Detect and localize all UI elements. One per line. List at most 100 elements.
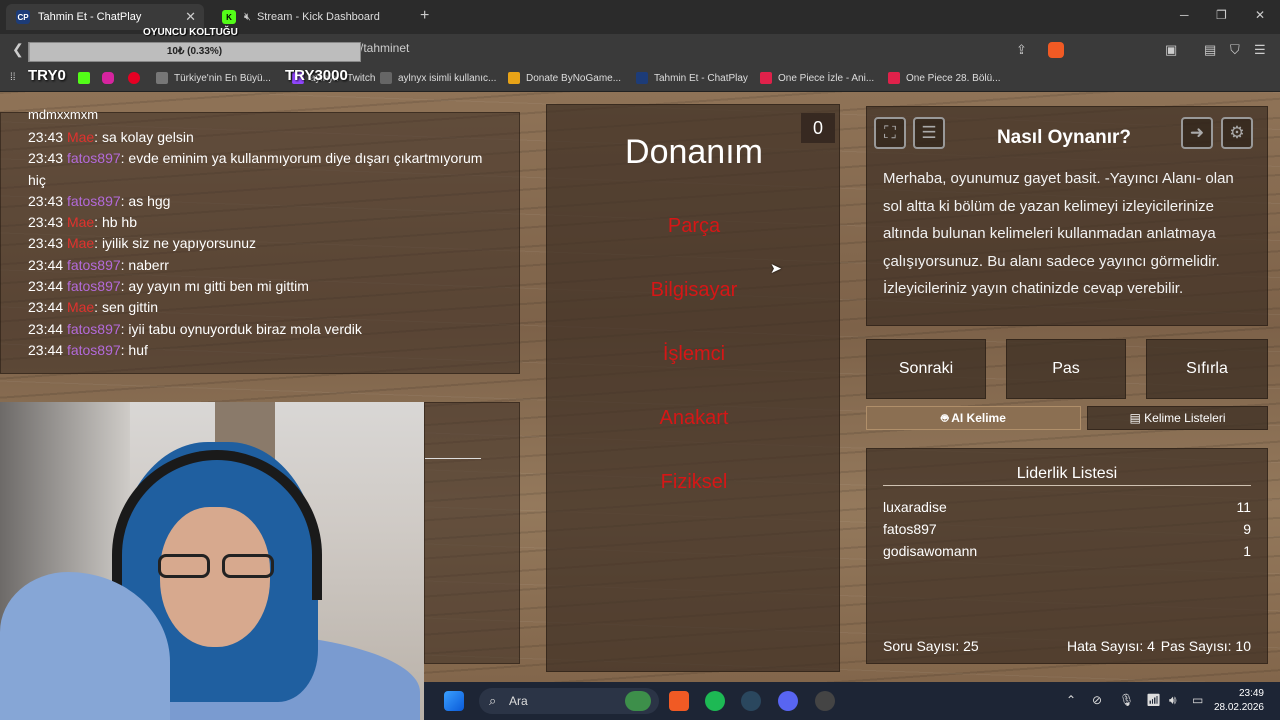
chat-timestamp: 23:43 xyxy=(28,235,64,252)
new-tab-button[interactable]: + xyxy=(420,7,429,25)
back-arrow-icon[interactable]: ❮ xyxy=(12,41,24,58)
obs-icon[interactable] xyxy=(815,691,835,711)
forbidden-word: İşlemci xyxy=(662,343,726,365)
bookmark-onepiece-2[interactable]: One Piece 28. Bölü... xyxy=(888,72,1001,84)
error-count: Hata Sayısı: 4 xyxy=(1067,638,1155,654)
donation-goal-min: TRY0 xyxy=(28,67,66,84)
player-name: fatos897 xyxy=(883,521,937,537)
wifi-icon[interactable]: 📶︎ xyxy=(1146,693,1161,707)
player-name: godisawomann xyxy=(883,543,978,559)
tab-label: Tahmin Et - ChatPlay xyxy=(38,11,142,23)
globe-icon xyxy=(156,72,168,84)
url-field[interactable]: /tahminet xyxy=(360,41,409,55)
chat-text: : ay yayın mı gitti ben mi gittim xyxy=(120,278,309,295)
next-button[interactable]: Sonraki xyxy=(866,339,986,399)
taskbar-search[interactable]: ⌕ Ara xyxy=(479,688,659,714)
question-count: Soru Sayısı: 25 xyxy=(883,638,979,654)
apps-grid-icon[interactable]: ⁞⁞ xyxy=(10,72,16,83)
brave-shield-icon[interactable] xyxy=(1048,42,1064,58)
vpn-shield-icon[interactable]: ⛉ xyxy=(1230,42,1240,58)
pass-count: Pas Sayısı: 10 xyxy=(1160,638,1251,654)
muted-speaker-icon: 🔇︎ xyxy=(244,10,251,23)
tray-app-icon[interactable]: ⊘ xyxy=(1092,693,1102,707)
player-name: luxaradise xyxy=(883,499,947,515)
close-tab-icon[interactable]: ✕ xyxy=(185,9,196,25)
chat-username[interactable]: Mae xyxy=(67,214,94,230)
volume-icon[interactable]: 🔊︎ xyxy=(1169,693,1177,708)
share-icon[interactable]: ⇪ xyxy=(1016,42,1027,58)
bookmark-turkiye[interactable]: Türkiye'nin En Büyü... xyxy=(156,72,271,84)
tab-label: Stream - Kick Dashboard xyxy=(256,11,380,23)
chat-timestamp: 23:44 xyxy=(28,341,64,358)
chat-timestamp: 23:44 xyxy=(28,299,64,316)
minimize-icon[interactable]: ─ xyxy=(1180,8,1189,22)
pinterest-bookmark-icon[interactable] xyxy=(128,72,146,84)
windows-taskbar: ⌕ Ara ⌃ ⊘ 🎙︎ 📶︎ 🔊︎ ▭ 23:49 28.02.2026 xyxy=(424,682,1280,720)
main-word: Donanım xyxy=(625,133,763,171)
sidebar-icon[interactable]: ▤ xyxy=(1204,42,1216,58)
reset-button[interactable]: Sıfırla xyxy=(1146,339,1268,399)
chat-message: 23:43 Mae: sa kolay gelsin xyxy=(28,127,488,148)
tray-expand-icon[interactable]: ⌃ xyxy=(1066,693,1076,707)
forbidden-word: Parça xyxy=(667,215,721,237)
steam-icon[interactable] xyxy=(741,691,761,711)
chat-username[interactable]: Mae xyxy=(67,299,94,315)
weather-widget-icon xyxy=(625,691,651,711)
chat-text: : sa kolay gelsin xyxy=(94,129,194,145)
chat-message: 23:44 fatos897: ay yayın mı gitti ben mi… xyxy=(28,276,488,297)
chat-username[interactable]: fatos897 xyxy=(67,257,121,273)
anime-site-icon xyxy=(760,72,772,84)
close-window-icon[interactable]: ✕ xyxy=(1255,8,1265,22)
player-score: 9 xyxy=(1243,521,1251,537)
bookmark-chatplay[interactable]: Tahmin Et - ChatPlay xyxy=(636,72,748,84)
microphone-icon[interactable]: 🎙︎ xyxy=(1119,693,1134,707)
maximize-icon[interactable]: ❐ xyxy=(1216,8,1227,22)
donation-goal-bar: 10₺ (0.33%) xyxy=(28,42,361,62)
list-icon: ▤ xyxy=(1129,411,1145,425)
chat-username[interactable]: Mae xyxy=(67,235,94,251)
screenshot-icon[interactable]: ▣ xyxy=(1165,42,1177,58)
chat-message: 23:44 fatos897: huf xyxy=(28,340,488,361)
windows-start-icon[interactable] xyxy=(444,691,464,711)
chat-timestamp: 23:43 xyxy=(28,192,64,209)
word-lists-button[interactable]: ▤ Kelime Listeleri xyxy=(1087,406,1268,430)
instagram-bookmark-icon[interactable] xyxy=(102,72,120,84)
bookmark-onepiece-1[interactable]: One Piece İzle - Ani... xyxy=(760,72,874,84)
taskbar-clock[interactable]: 23:49 28.02.2026 xyxy=(1214,687,1264,715)
player-score: 11 xyxy=(1236,499,1251,515)
chat-username[interactable]: fatos897 xyxy=(67,321,121,337)
kick-bookmark-icon[interactable] xyxy=(78,72,96,84)
chat-username[interactable]: Mae xyxy=(67,129,94,145)
chat-timestamp: 23:44 xyxy=(28,320,64,337)
chat-timestamp: 23:44 xyxy=(28,278,64,295)
tab-kick-dashboard[interactable]: K 🔇︎ Stream - Kick Dashboard xyxy=(212,4,412,30)
robot-icon: 🤖︎ xyxy=(941,411,952,425)
bookmarks-bar: ⁞⁞ Türkiye'nin En Büyü... aylnyx - Twitc… xyxy=(0,66,1280,92)
leaderboard-row: fatos897 9 xyxy=(883,521,1251,537)
divider xyxy=(883,485,1251,486)
chat-username[interactable]: fatos897 xyxy=(67,342,121,358)
bookmark-donate[interactable]: Donate ByNoGame... xyxy=(508,72,621,84)
discord-icon[interactable] xyxy=(778,691,798,711)
menu-icon[interactable]: ☰ xyxy=(1254,42,1266,58)
game-stats: Soru Sayısı: 25 Hata Sayısı: 4 Pas Sayıs… xyxy=(883,638,1251,654)
how-to-play-panel: ⛶ ☰ ➜ ⚙ Nasıl Oynanır? Merhaba, oyunumuz… xyxy=(866,106,1268,326)
ai-word-button[interactable]: 🤖︎ AI Kelime xyxy=(866,406,1081,430)
spotify-icon[interactable] xyxy=(705,691,725,711)
chat-message: 23:43 Mae: hb hb xyxy=(28,212,488,233)
chat-text: : as hgg xyxy=(120,192,171,209)
pass-button[interactable]: Pas xyxy=(1006,339,1126,399)
battery-icon[interactable]: ▭ xyxy=(1192,693,1203,707)
brave-browser-icon[interactable] xyxy=(669,691,689,711)
chat-timestamp: 23:43 xyxy=(28,214,64,231)
chat-username[interactable]: fatos897 xyxy=(67,193,121,209)
chat-username[interactable]: fatos897 xyxy=(67,278,121,294)
leaderboard-row: luxaradise 11 xyxy=(883,499,1251,515)
chat-text: : iyii tabu oynuyorduk biraz mola verdik xyxy=(120,320,362,337)
bookmark-aylnyx[interactable]: aylnyx isimli kullanıc... xyxy=(380,72,496,84)
streamer-area-panel xyxy=(424,402,520,664)
chat-username[interactable]: fatos897 xyxy=(67,150,121,166)
forbidden-word: Fiziksel xyxy=(660,471,728,493)
chat-panel: mdmxxmxm 23:43 Mae: sa kolay gelsin 23:43… xyxy=(0,107,520,374)
kick-favicon-icon: K xyxy=(222,10,236,24)
